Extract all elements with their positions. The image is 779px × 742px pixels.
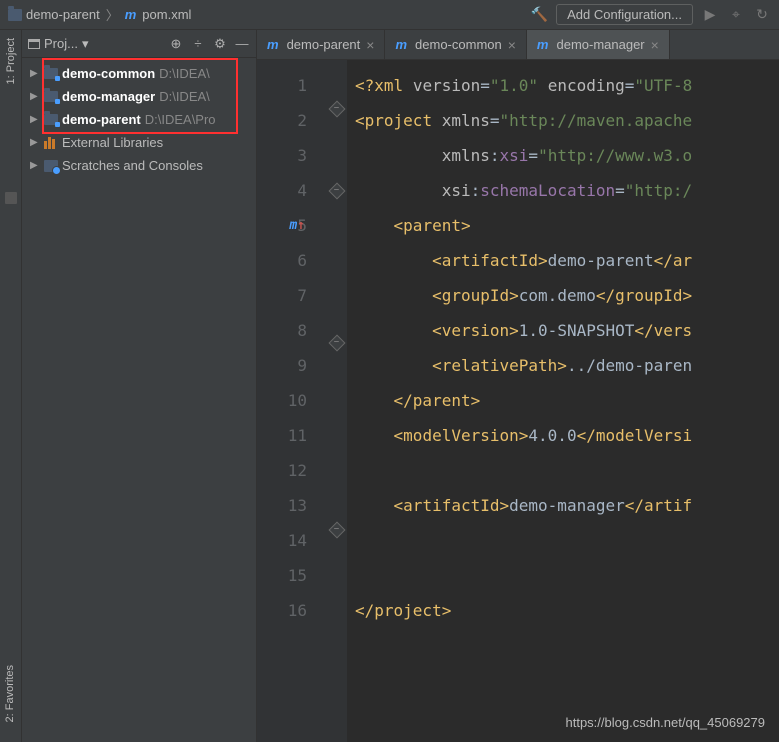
run-icon[interactable]: ▶ <box>701 6 719 23</box>
collapse-icon[interactable]: ÷ <box>190 36 206 51</box>
sidebar-title-text: Proj... <box>44 36 78 51</box>
tab-label: demo-manager <box>556 37 644 52</box>
editor-tab[interactable]: m demo-common × <box>385 30 526 59</box>
tree-item-name: External Libraries <box>62 135 163 150</box>
breadcrumb: demo-parent 〉 m pom.xml <box>8 5 531 24</box>
stop-icon[interactable]: ↻ <box>753 6 771 23</box>
settings-icon[interactable]: ⚙ <box>212 36 228 52</box>
code-area[interactable]: 1234 5m↑ 678910111213141516 − − − − <?xm… <box>257 60 779 742</box>
folder-icon <box>8 9 22 21</box>
expand-arrow-icon[interactable]: ▶ <box>30 91 40 102</box>
module-folder-icon <box>44 91 58 102</box>
build-icon[interactable]: 🔨 <box>531 6 548 23</box>
editor-tab[interactable]: m demo-manager × <box>527 30 670 59</box>
debug-icon[interactable]: ⌖ <box>727 6 745 23</box>
module-folder-icon <box>44 68 58 79</box>
tree-item-module[interactable]: ▶ demo-parent D:\IDEA\Pro <box>22 108 256 131</box>
expand-arrow-icon[interactable]: ▶ <box>30 137 40 148</box>
favorites-tool-button[interactable]: 2: Favorites <box>4 665 16 722</box>
fold-marker-icon[interactable]: − <box>329 522 346 539</box>
left-tool-stripe: 1: Project 2: Favorites <box>0 30 22 742</box>
editor-tab[interactable]: m demo-parent × <box>257 30 385 59</box>
structure-tool-button[interactable] <box>5 192 17 204</box>
tree-item-path: D:\IDEA\ <box>159 89 210 104</box>
watermark: https://blog.csdn.net/qq_45069279 <box>566 715 766 730</box>
project-tool-button[interactable]: 1: Project <box>5 38 17 84</box>
sidebar-header: Proj... ▾ ⊕ ÷ ⚙ — <box>22 30 256 58</box>
tree-item-name: Scratches and Consoles <box>62 158 203 173</box>
fold-gutter[interactable]: − − − − <box>327 60 347 742</box>
parent-pom-marker-icon[interactable]: m↑ <box>289 208 305 243</box>
maven-file-icon: m <box>395 37 407 52</box>
hide-icon[interactable]: — <box>234 36 250 51</box>
close-icon[interactable]: × <box>651 37 659 53</box>
tree-item-module[interactable]: ▶ demo-common D:\IDEA\ <box>22 62 256 85</box>
project-tree: ▶ demo-common D:\IDEA\ ▶ demo-manager D:… <box>22 58 256 181</box>
maven-file-icon: m <box>537 37 549 52</box>
breadcrumb-separator: 〉 <box>106 5 119 24</box>
tree-item-path: D:\IDEA\Pro <box>145 112 216 127</box>
editor-area: m demo-parent × m demo-common × m demo-m… <box>257 30 779 742</box>
breadcrumb-root[interactable]: demo-parent <box>26 7 100 22</box>
tab-label: demo-parent <box>287 37 361 52</box>
tree-item-path: D:\IDEA\ <box>159 66 210 81</box>
tree-item-name: demo-common <box>62 66 155 81</box>
code-content[interactable]: <?xml version="1.0" encoding="UTF-8<proj… <box>347 60 779 742</box>
breadcrumb-file[interactable]: pom.xml <box>142 7 191 22</box>
editor-tabs: m demo-parent × m demo-common × m demo-m… <box>257 30 779 60</box>
line-number-gutter[interactable]: 1234 5m↑ 678910111213141516 <box>257 60 327 742</box>
expand-arrow-icon[interactable]: ▶ <box>30 68 40 79</box>
add-configuration-button[interactable]: Add Configuration... <box>556 4 693 25</box>
tree-item-name: demo-manager <box>62 89 155 104</box>
tree-item-module[interactable]: ▶ demo-manager D:\IDEA\ <box>22 85 256 108</box>
sidebar-title[interactable]: Proj... ▾ <box>28 36 162 52</box>
tree-item-libraries[interactable]: ▶ External Libraries <box>22 131 256 154</box>
tree-item-name: demo-parent <box>62 112 141 127</box>
chevron-down-icon: ▾ <box>82 36 89 52</box>
close-icon[interactable]: × <box>508 37 516 53</box>
top-toolbar: demo-parent 〉 m pom.xml 🔨 Add Configurat… <box>0 0 779 30</box>
tab-label: demo-common <box>415 37 502 52</box>
project-view-icon <box>28 39 40 49</box>
maven-file-icon: m <box>267 37 279 52</box>
tree-item-scratches[interactable]: ▶ Scratches and Consoles <box>22 154 256 177</box>
toolbar-right: 🔨 Add Configuration... ▶ ⌖ ↻ <box>531 4 771 25</box>
scratches-icon <box>44 160 58 172</box>
locate-icon[interactable]: ⊕ <box>168 36 184 52</box>
close-icon[interactable]: × <box>366 37 374 53</box>
expand-arrow-icon[interactable]: ▶ <box>30 160 40 171</box>
libraries-icon <box>44 137 58 149</box>
maven-file-icon: m <box>125 7 137 22</box>
expand-arrow-icon[interactable]: ▶ <box>30 114 40 125</box>
project-sidebar: Proj... ▾ ⊕ ÷ ⚙ — ▶ demo-common D:\IDEA\… <box>22 30 257 742</box>
module-folder-icon <box>44 114 58 125</box>
